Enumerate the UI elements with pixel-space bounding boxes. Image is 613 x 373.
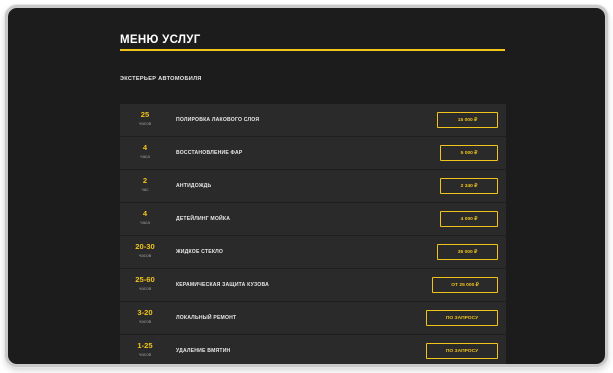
duration-unit: часов (138, 252, 152, 258)
duration: 4 часа (120, 210, 170, 225)
service-name: ЖИДКОЕ СТЕКЛО (176, 249, 224, 255)
price-button[interactable]: 2 340 ₽ (440, 178, 498, 194)
page-title: МЕНЮ УСЛУГ (120, 34, 201, 46)
service-row: 2 час АНТИДОЖДЬ 2 340 ₽ (120, 170, 506, 203)
duration: 2 час (120, 177, 170, 192)
service-name: ЛОКАЛЬНЫЙ РЕМОНТ (176, 315, 237, 321)
price-button[interactable]: 15 000 ₽ (437, 112, 498, 128)
service-name: АНТИДОЖДЬ (176, 183, 212, 189)
browser-frame: МЕНЮ УСЛУГ ЭКСТЕРЬЕР АВТОМОБИЛЯ 25 часов… (5, 5, 608, 367)
services-list: 25 часов ПОЛИРОВКА ЛАКОВОГО СЛОЯ 15 000 … (120, 104, 506, 364)
service-name: ПОЛИРОВКА ЛАКОВОГО СЛОЯ (176, 117, 260, 123)
duration: 1-25 часов (120, 342, 170, 357)
duration: 3-20 часов (120, 309, 170, 324)
duration-unit: часа (140, 219, 150, 225)
price-button[interactable]: 35 000 ₽ (437, 244, 498, 260)
section-heading: ЭКСТЕРЬЕР АВТОМОБИЛЯ (120, 76, 202, 82)
duration: 25-60 часов (120, 276, 170, 291)
duration-value: 1-25 (137, 341, 153, 350)
service-row: 25 часов ПОЛИРОВКА ЛАКОВОГО СЛОЯ 15 000 … (120, 104, 506, 137)
duration-unit: часа (140, 153, 150, 159)
title-underline (120, 49, 505, 51)
duration-unit: часов (138, 351, 152, 357)
duration-value: 3-20 (137, 308, 153, 317)
duration-value: 25-60 (135, 275, 155, 284)
service-row: 25-60 часов КЕРАМИЧЕСКАЯ ЗАЩИТА КУЗОВА О… (120, 269, 506, 302)
duration-value: 2 (142, 176, 148, 185)
duration-value: 20-30 (135, 242, 155, 251)
service-row: 4 часа ДЕТЕЙЛИНГ МОЙКА 4 000 ₽ (120, 203, 506, 236)
duration: 4 часа (120, 144, 170, 159)
service-name: ВОССТАНОВЛЕНИЕ ФАР (176, 150, 243, 156)
duration-value: 4 (142, 209, 148, 218)
service-row: 1-25 часов УДАЛЕНИЕ ВМЯТИН ПО ЗАПРОСУ (120, 335, 506, 364)
service-row: 4 часа ВОССТАНОВЛЕНИЕ ФАР 5 000 ₽ (120, 137, 506, 170)
service-row: 20-30 часов ЖИДКОЕ СТЕКЛО 35 000 ₽ (120, 236, 506, 269)
service-name: КЕРАМИЧЕСКАЯ ЗАЩИТА КУЗОВА (176, 282, 269, 288)
price-button[interactable]: ПО ЗАПРОСУ (426, 343, 498, 359)
service-row: 3-20 часов ЛОКАЛЬНЫЙ РЕМОНТ ПО ЗАПРОСУ (120, 302, 506, 335)
price-button[interactable]: 4 000 ₽ (440, 211, 498, 227)
duration-value: 25 (140, 110, 150, 119)
duration-unit: часов (138, 120, 152, 126)
duration: 20-30 часов (120, 243, 170, 258)
duration-unit: часов (138, 318, 152, 324)
duration-unit: часов (138, 285, 152, 291)
price-button[interactable]: ПО ЗАПРОСУ (426, 310, 498, 326)
duration-unit: час (141, 186, 149, 192)
service-name: ДЕТЕЙЛИНГ МОЙКА (176, 216, 231, 222)
duration-value: 4 (142, 143, 148, 152)
price-button[interactable]: ОТ 25 000 ₽ (432, 277, 498, 293)
service-name: УДАЛЕНИЕ ВМЯТИН (176, 348, 231, 354)
duration: 25 часов (120, 111, 170, 126)
price-button[interactable]: 5 000 ₽ (440, 145, 498, 161)
